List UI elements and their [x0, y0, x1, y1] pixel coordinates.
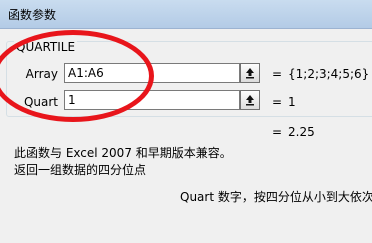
function-name: QUARTILE	[14, 40, 78, 54]
compatibility-note: 此函数与 Excel 2007 和早期版本兼容。	[14, 146, 232, 160]
dialog-title: 函数参数	[8, 8, 57, 22]
array-result: {1;2;3;4;5;6}	[288, 67, 370, 81]
formula-result: 2.25	[288, 125, 315, 139]
array-input[interactable]	[64, 63, 240, 83]
quart-equals: =	[272, 95, 283, 109]
array-label: Array	[25, 67, 58, 81]
array-collapse-button[interactable]	[240, 63, 260, 83]
array-equals: =	[272, 67, 283, 81]
formula-equals: =	[272, 125, 283, 139]
argument-help: Quart 数字，按四分位从小到大依次	[180, 190, 372, 204]
quart-result: 1	[288, 95, 296, 109]
collapse-dialog-icon	[246, 95, 254, 106]
quart-label: Quart	[23, 95, 58, 109]
quart-collapse-button[interactable]	[240, 90, 260, 110]
dialog-title-bar[interactable]: 函数参数	[0, 0, 372, 29]
collapse-dialog-icon	[246, 68, 254, 79]
function-description: 返回一组数据的四分位点	[14, 163, 147, 177]
quart-input[interactable]	[64, 90, 240, 110]
